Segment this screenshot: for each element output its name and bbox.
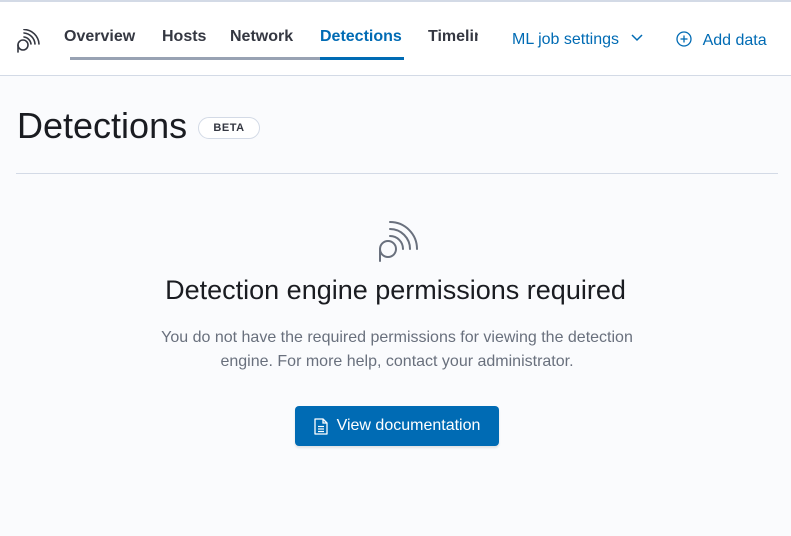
view-documentation-button[interactable]: View documentation xyxy=(295,406,499,446)
tab-detections[interactable]: Detections xyxy=(320,28,402,46)
page-title: Detections xyxy=(17,105,188,146)
empty-state-body: You do not have the required permissions… xyxy=(161,329,633,370)
tab-overview[interactable]: Overview xyxy=(64,28,135,46)
empty-state-title: Detection engine permissions required xyxy=(165,275,626,305)
plus-circle-icon xyxy=(676,31,692,47)
ml-job-settings-label: ML job settings xyxy=(512,31,620,48)
tab-timelines[interactable]: Timelines xyxy=(428,28,478,46)
tab-hosts[interactable]: Hosts xyxy=(162,28,206,46)
tab-network[interactable]: Network xyxy=(230,28,293,46)
header-divider xyxy=(16,173,778,174)
active-tab-indicator xyxy=(320,57,404,60)
beta-badge: BETA xyxy=(198,117,260,139)
chevron-down-icon xyxy=(631,34,643,42)
add-data-button[interactable]: Add data xyxy=(676,31,767,50)
view-documentation-label: View documentation xyxy=(336,417,481,434)
add-data-label: Add data xyxy=(702,32,767,49)
ml-job-settings-button[interactable]: ML job settings xyxy=(512,31,643,49)
top-navigation-bar: Overview Hosts Network Detections Timeli… xyxy=(0,0,791,76)
tab-list: Overview Hosts Network Detections Timeli… xyxy=(0,2,478,78)
siem-app-icon xyxy=(379,221,418,262)
document-icon xyxy=(313,417,328,435)
